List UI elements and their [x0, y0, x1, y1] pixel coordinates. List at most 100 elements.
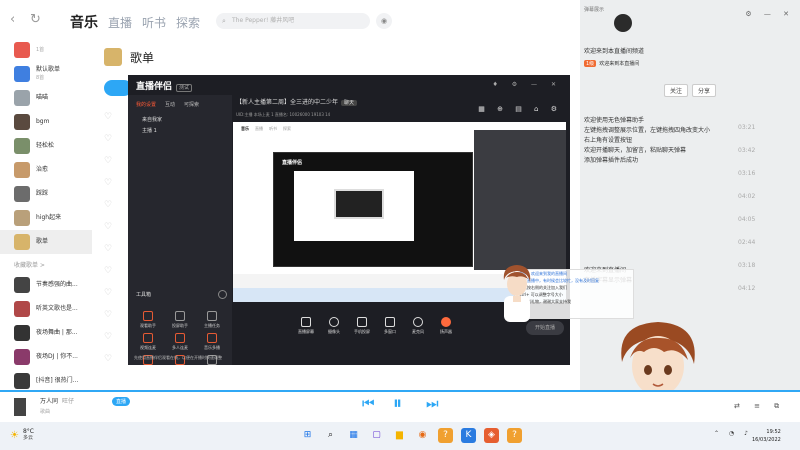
- sidebar-section-title[interactable]: 收藏歌单 >: [0, 254, 92, 273]
- sidebar-playlist-item[interactable]: 听英文歌也是...: [0, 297, 92, 321]
- toolbox-label: 工具箱: [136, 292, 152, 298]
- like-icon[interactable]: ♡: [104, 354, 112, 364]
- avatar: [614, 14, 632, 32]
- tool-button[interactable]: 多人连麦: [164, 333, 196, 351]
- taskbar-app-icon[interactable]: ⌕: [323, 428, 338, 443]
- playlist-thumb: [14, 373, 30, 389]
- like-icon[interactable]: ♡: [104, 332, 112, 342]
- sidebar-playlist-item[interactable]: high起来: [0, 206, 92, 230]
- sidebar-playlist-item[interactable]: 歌单: [0, 230, 92, 254]
- source-control-button[interactable]: 扬声器: [432, 317, 460, 335]
- sidebar-playlist-item[interactable]: 夜场舞曲 | 那...: [0, 321, 92, 345]
- taskbar-app-icon[interactable]: ◉: [415, 428, 430, 443]
- control-label: 手机投屏: [354, 329, 370, 334]
- pause-icon[interactable]: ⏸: [393, 393, 402, 414]
- back-icon[interactable]: ‹: [10, 12, 15, 27]
- control-label: 摄像头: [328, 329, 340, 334]
- sidebar-playlist-item[interactable]: 踩踩: [0, 182, 92, 206]
- like-icon[interactable]: ♡: [104, 112, 112, 122]
- sidebar-item-label: 歌单: [36, 238, 49, 245]
- tool-button[interactable]: 投屏助手: [164, 311, 196, 329]
- control-label: 多窗口: [384, 329, 396, 334]
- refresh-icon[interactable]: ↻: [30, 12, 41, 27]
- tab-audiobook[interactable]: 听书: [142, 14, 166, 31]
- source-control-button[interactable]: 麦克风: [404, 317, 432, 335]
- share-button[interactable]: 分享: [692, 84, 717, 97]
- sidebar-playlist-item[interactable]: 节奏感强的曲...: [0, 273, 92, 297]
- assistant-logo: 直播伴侣 测试: [136, 79, 193, 92]
- tool-button[interactable]: 视频连麦: [132, 333, 164, 351]
- search-input[interactable]: ⌕ The Pepper! 藤井风吧: [216, 13, 370, 29]
- sidebar-playlist-item[interactable]: bgm: [0, 110, 92, 134]
- playlist-thumb: [14, 66, 30, 82]
- tab-explore-assist[interactable]: 可探索: [184, 101, 199, 108]
- player-right-controls[interactable]: ⇄ ≡ ⧉: [734, 402, 785, 411]
- sidebar-playlist-item[interactable]: 轻松松: [0, 134, 92, 158]
- live-pill[interactable]: 直播: [112, 397, 131, 406]
- tab-settings[interactable]: 我的设置: [136, 101, 156, 108]
- source-item[interactable]: 来自我家: [128, 114, 232, 125]
- sidebar-item-text: 节奏感强的曲...: [36, 281, 78, 289]
- control-icon: [301, 317, 311, 327]
- like-icon[interactable]: ♡: [104, 134, 112, 144]
- song-duration: 03:16: [738, 170, 756, 177]
- source-item[interactable]: 主播 1: [128, 125, 232, 136]
- tab-explore[interactable]: 探索: [176, 14, 200, 31]
- danmaku-message: 欢迎开播聊天，加留言，粘贴聊天弹幕: [584, 147, 687, 154]
- panel-title: 弹幕展示: [584, 7, 605, 13]
- source-control-button[interactable]: 多窗口: [376, 317, 404, 335]
- playlist-thumb: [14, 162, 30, 178]
- source-control-button[interactable]: 手机投屏: [348, 317, 376, 335]
- sidebar-playlist-item[interactable]: 夜场DJ | 你不...: [0, 345, 92, 369]
- tool-button[interactable]: 观看助手: [132, 311, 164, 329]
- clock[interactable]: 19:52 16/03/2022: [752, 428, 781, 444]
- like-icon[interactable]: ♡: [104, 310, 112, 320]
- sidebar-playlist-item[interactable]: 1首: [0, 38, 92, 62]
- follow-button[interactable]: 关注: [664, 84, 689, 97]
- previous-icon[interactable]: ⏮: [362, 396, 375, 412]
- sidebar-playlist-item[interactable]: 喵喵: [0, 86, 92, 110]
- source-control-button[interactable]: 摄像头: [320, 317, 348, 335]
- music-player-bar: 万人同 旺仔 歌曲 直播 ⏮ ⏸ ⏭ ⇄ ≡ ⧉: [0, 390, 800, 422]
- source-control-button[interactable]: 直播屏幕: [292, 317, 320, 335]
- like-icon[interactable]: ♡: [104, 244, 112, 254]
- taskbar-app-icon[interactable]: ?: [438, 428, 453, 443]
- taskbar-app-icon[interactable]: ?: [507, 428, 522, 443]
- taskbar-app-icon[interactable]: ▦: [346, 428, 361, 443]
- taskbar-app-icon[interactable]: ▆: [392, 428, 407, 443]
- control-icon: [385, 317, 395, 327]
- taskbar-app-icon[interactable]: ⊞: [300, 428, 315, 443]
- playlist-title: 歌单: [130, 50, 155, 65]
- control-icon: [413, 317, 423, 327]
- window-controls[interactable]: ⚙ — ✕: [745, 10, 794, 18]
- sidebar-playlist-item[interactable]: 治愈: [0, 158, 92, 182]
- assistant-toolbar-icons[interactable]: ▦ ⊕ ▤ ⌂ ⚙: [478, 105, 562, 113]
- start-live-button[interactable]: 开始直播: [526, 321, 564, 335]
- like-icon[interactable]: ♡: [104, 200, 112, 210]
- tool-button[interactable]: 主播任务: [196, 311, 228, 329]
- taskbar-app-icon[interactable]: ◈: [484, 428, 499, 443]
- sidebar-item-text: 1首: [36, 46, 44, 54]
- sidebar-playlist-item[interactable]: 默认歌单 8首: [0, 62, 92, 86]
- voice-search-icon[interactable]: ◉: [376, 13, 392, 29]
- assistant-titlebar: 直播伴侣 测试 ♦ ⚙ — ✕: [128, 75, 570, 95]
- like-icon[interactable]: ♡: [104, 266, 112, 276]
- tab-music[interactable]: 音乐: [70, 12, 98, 32]
- like-icon[interactable]: ♡: [104, 222, 112, 232]
- next-icon[interactable]: ⏭: [426, 396, 439, 412]
- tab-interact[interactable]: 互动: [165, 101, 175, 108]
- like-icon[interactable]: ♡: [104, 178, 112, 188]
- song-duration: 04:05: [738, 216, 756, 223]
- taskbar-app-icon[interactable]: ▢: [369, 428, 384, 443]
- like-icon[interactable]: ♡: [104, 288, 112, 298]
- assistant-window-controls[interactable]: ♦ ⚙ — ✕: [492, 81, 562, 88]
- playlist-thumb: [14, 138, 30, 154]
- system-tray[interactable]: ⌃ ◔ ♪: [714, 430, 752, 437]
- toolbox-more-button[interactable]: [218, 290, 227, 299]
- like-icon[interactable]: ♡: [104, 156, 112, 166]
- tool-button[interactable]: 音乐多播: [196, 333, 228, 351]
- taskbar-app-icon[interactable]: K: [461, 428, 476, 443]
- weather-widget[interactable]: ☀ 8°C 多云: [10, 428, 34, 442]
- sidebar-playlist-item[interactable]: [抖音] 很热门...: [0, 369, 92, 390]
- tab-live[interactable]: 直播: [108, 14, 132, 31]
